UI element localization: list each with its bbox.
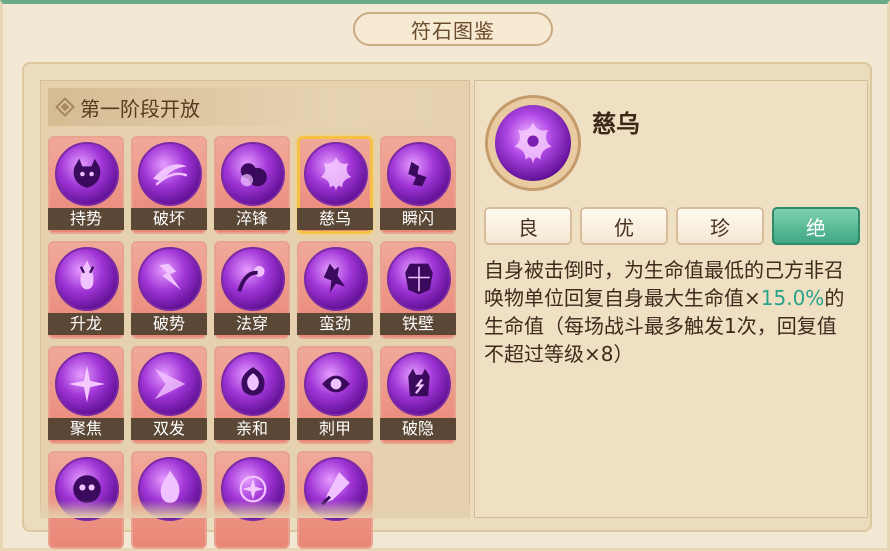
rune-label: 瞬闪 xyxy=(380,208,456,230)
phoenix-icon-graphic xyxy=(514,122,552,164)
horned-strike-icon xyxy=(138,247,202,311)
rune-label: 破隐 xyxy=(380,418,456,440)
title-banner: 符石图鉴 xyxy=(353,12,553,48)
rune-cell[interactable]: 铁壁 xyxy=(380,241,456,339)
rune-cell[interactable]: 慈乌 xyxy=(297,136,373,234)
rune-label: 铁壁 xyxy=(380,313,456,335)
rune-label: 聚焦 xyxy=(48,418,124,440)
lotus-shield-icon xyxy=(221,352,285,416)
rune-label: 刺甲 xyxy=(297,418,373,440)
phoenix-icon xyxy=(304,142,368,206)
grade-tab-1[interactable]: 良 xyxy=(484,207,572,245)
stage-title: 第一阶段开放 xyxy=(80,96,200,121)
diamond-icon xyxy=(55,97,75,117)
horned-demon-icon xyxy=(55,142,119,206)
rune-label: 蛮劲 xyxy=(297,313,373,335)
rune-cell[interactable]: 刺甲 xyxy=(297,346,373,444)
rune-label: 双发 xyxy=(131,418,207,440)
grade-tab-4-active[interactable]: 绝 xyxy=(772,207,860,245)
selected-rune-name: 慈乌 xyxy=(592,110,640,138)
rune-cell[interactable]: 亲和 xyxy=(214,346,290,444)
rune-cell[interactable]: 法穿 xyxy=(214,241,290,339)
rune-cell[interactable]: 破坏 xyxy=(131,136,207,234)
phoenix-icon xyxy=(495,105,571,181)
smoke-fist-icon xyxy=(221,142,285,206)
rune-cell[interactable]: 双发 xyxy=(131,346,207,444)
rune-description: 自身被击倒时，为生命值最低的己方非召唤物单位回复自身最大生命值×15.0%的生命… xyxy=(484,256,854,368)
iron-shield-icon xyxy=(387,247,451,311)
rune-label: 慈乌 xyxy=(297,208,373,230)
window-title: 符石图鉴 xyxy=(353,12,553,46)
brute-figure-icon xyxy=(304,247,368,311)
rune-cell[interactable]: 淬锋 xyxy=(214,136,290,234)
rune-cell[interactable]: 破势 xyxy=(131,241,207,339)
description-value: 15.0% xyxy=(760,286,825,310)
lightning-demon-icon xyxy=(387,352,451,416)
rune-cell[interactable]: 蛮劲 xyxy=(297,241,373,339)
rune-cell[interactable]: 瞬闪 xyxy=(380,136,456,234)
rune-cell[interactable]: 破隐 xyxy=(380,346,456,444)
orb-pierce-icon xyxy=(221,247,285,311)
rune-label: 淬锋 xyxy=(214,208,290,230)
grade-tab-3[interactable]: 珍 xyxy=(676,207,764,245)
selected-rune-icon-frame xyxy=(485,95,581,191)
spiral-eye-icon xyxy=(304,352,368,416)
rune-label: 法穿 xyxy=(214,313,290,335)
dash-figure-icon xyxy=(387,142,451,206)
scroll-fade xyxy=(40,500,470,518)
double-slash-icon xyxy=(138,352,202,416)
grade-tab-2[interactable]: 优 xyxy=(580,207,668,245)
rune-label: 破势 xyxy=(131,313,207,335)
rune-label: 持势 xyxy=(48,208,124,230)
rune-label: 升龙 xyxy=(48,313,124,335)
rising-demon-icon xyxy=(55,247,119,311)
star-burst-icon xyxy=(55,352,119,416)
grade-tabs: 良 优 珍 绝 xyxy=(484,207,864,247)
rune-label: 破坏 xyxy=(131,208,207,230)
slash-wave-icon xyxy=(138,142,202,206)
rune-cell[interactable]: 聚焦 xyxy=(48,346,124,444)
stage-header: 第一阶段开放 xyxy=(48,88,460,126)
rune-label: 亲和 xyxy=(214,418,290,440)
rune-cell[interactable]: 持势 xyxy=(48,136,124,234)
rune-cell[interactable]: 升龙 xyxy=(48,241,124,339)
